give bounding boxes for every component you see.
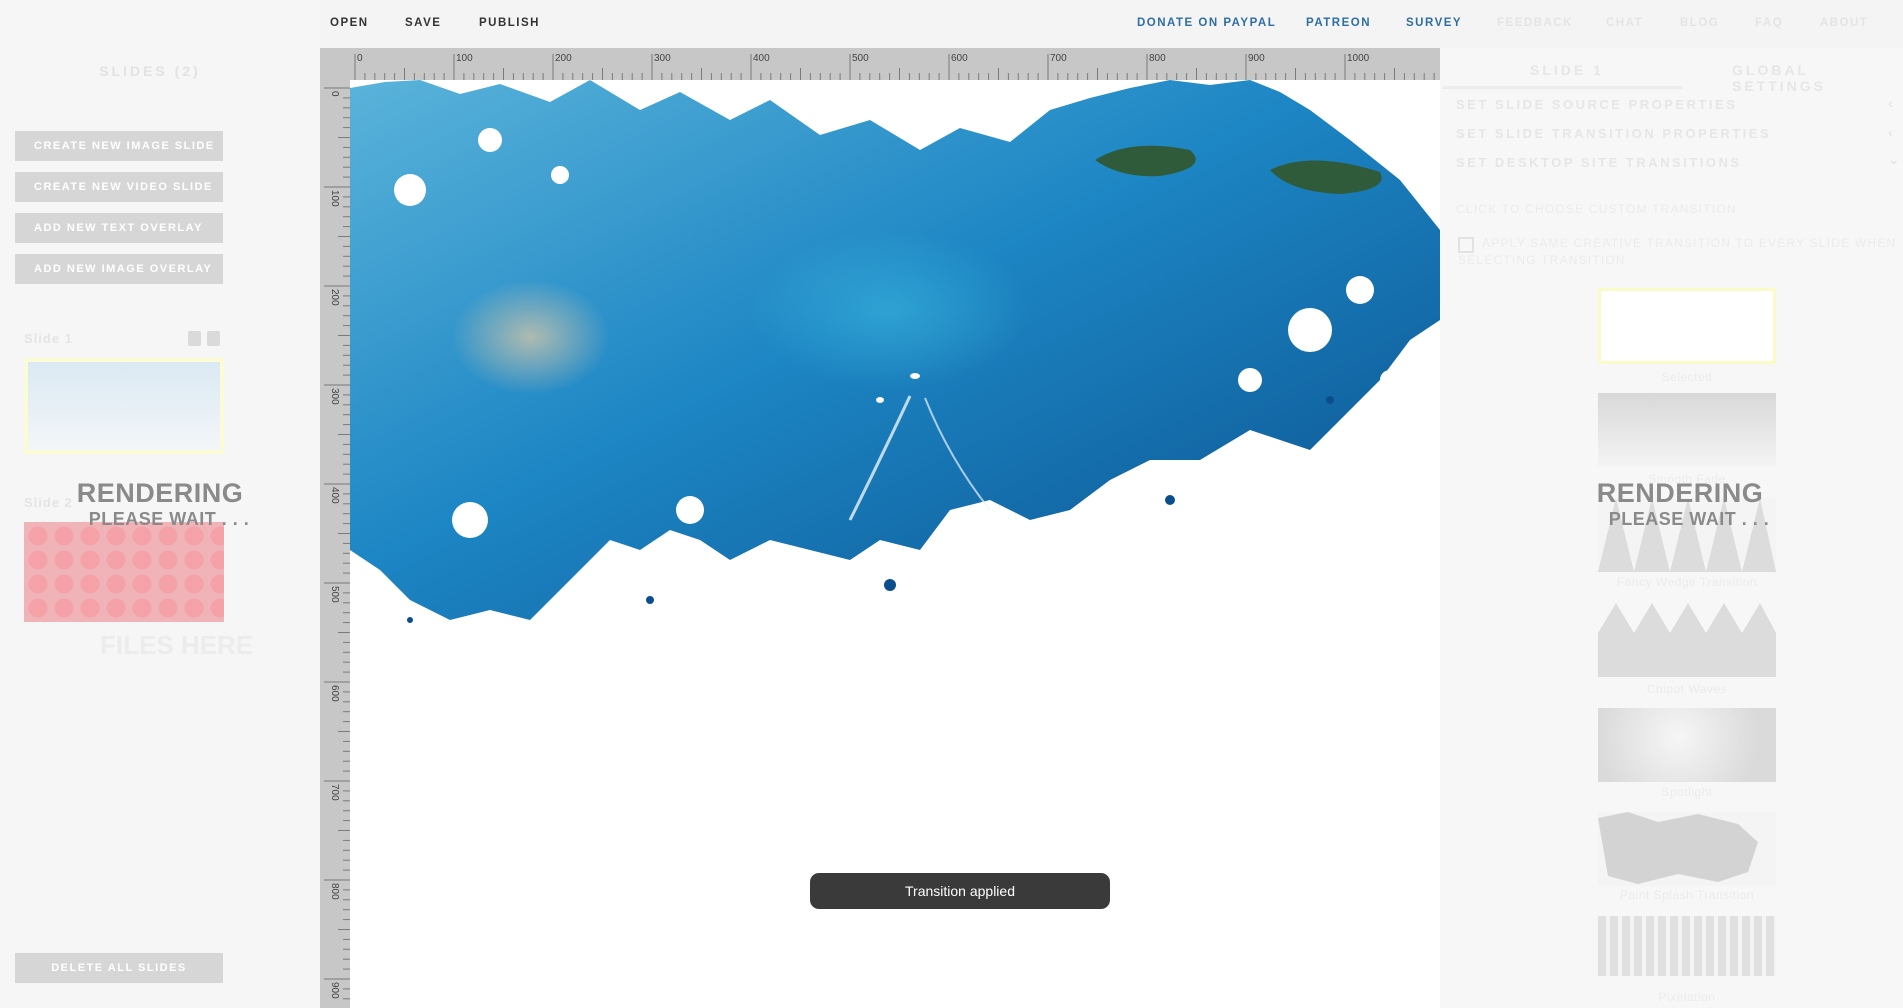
ruler-label: 0 (329, 91, 340, 97)
ruler-label: 100 (456, 53, 473, 64)
ruler-label: 800 (329, 883, 340, 900)
ruler-label: 0 (357, 53, 363, 64)
ruler-label: 600 (951, 53, 968, 64)
ruler-label: 300 (329, 388, 340, 405)
add-image-overlay-button[interactable]: ADD NEW IMAGE OVERLAY (15, 254, 223, 284)
nav-chat[interactable]: CHAT (1606, 17, 1643, 29)
ruler-label: 1000 (1347, 53, 1370, 64)
nav-feedback[interactable]: FEEDBACK (1497, 17, 1573, 29)
rendering-overlay-left: RENDERING PLEASE WAIT . . . (60, 478, 260, 529)
nav-about[interactable]: ABOUT (1820, 17, 1868, 29)
ruler-label: 500 (329, 586, 340, 603)
transition-label-paint-splash: Paint Splash Transition (1619, 888, 1755, 902)
slides-title: SLIDES (2) (99, 63, 201, 79)
drop-files-hint: FILES HERE (100, 630, 254, 660)
checkbox-label-line1: APPLY SAME CREATIVE TRANSITION TO EVERY … (1482, 236, 1897, 250)
transition-label-pixelation: Pixelation (1658, 990, 1716, 1004)
nav-faq[interactable]: FAQ (1755, 17, 1783, 29)
ruler-label: 500 (852, 53, 869, 64)
toast-notification: Transition applied (810, 873, 1110, 909)
transition-tile-smooth-fade[interactable] (1598, 393, 1776, 467)
slide-1-thumbnail[interactable] (24, 358, 224, 454)
delete-all-slides-button[interactable]: DELETE ALL SLIDES (15, 953, 223, 983)
ruler-corner (320, 48, 350, 80)
nav-donate-paypal[interactable]: DONATE ON PAYPAL (1137, 17, 1276, 29)
nav-open[interactable]: OPEN (330, 17, 369, 29)
ruler-label: 700 (329, 784, 340, 801)
slide-image-paint-splash (350, 80, 1440, 623)
active-tab-indicator (1442, 86, 1682, 89)
transition-tile-chipot-waves[interactable] (1598, 603, 1776, 677)
delete-slide-icon[interactable] (207, 331, 220, 346)
ruler-label: 900 (329, 982, 340, 999)
create-video-slide-button[interactable]: CREATE NEW VIDEO SLIDE (15, 172, 223, 202)
transition-tile-spotlight[interactable] (1598, 708, 1776, 782)
nav-survey[interactable]: SURVEY (1406, 17, 1462, 29)
rendering-subtitle: PLEASE WAIT . . . (88, 509, 250, 529)
transition-label-spotlight: Spotlight (1661, 785, 1713, 799)
nav-publish[interactable]: PUBLISH (479, 17, 540, 29)
ruler-label: 100 (329, 190, 340, 207)
tab-global-settings[interactable]: GLOBAL SETTINGS (1732, 62, 1903, 94)
ruler-label: 400 (329, 487, 340, 504)
slide-1-label: Slide 1 (24, 331, 73, 346)
slide-2-thumbnail[interactable] (24, 522, 224, 622)
nav-save[interactable]: SAVE (405, 17, 441, 29)
transition-label-fancy-wedge: Fancy Wedge Transition (1616, 575, 1758, 589)
tab-slide-1[interactable]: SLIDE 1 (1530, 62, 1604, 78)
section-desktop-transitions[interactable]: SET DESKTOP SITE TRANSITIONS (1456, 155, 1742, 170)
nav-blog[interactable]: BLOG (1680, 17, 1719, 29)
create-image-slide-button[interactable]: CREATE NEW IMAGE SLIDE (15, 131, 223, 161)
transition-tile-pixelation[interactable] (1598, 916, 1776, 976)
nav-patreon[interactable]: PATREON (1306, 17, 1371, 29)
ruler-label: 300 (654, 53, 671, 64)
copy-slide-icon[interactable] (188, 331, 201, 346)
chevron-left-icon[interactable]: ‹ (1888, 95, 1893, 111)
add-text-overlay-button[interactable]: ADD NEW TEXT OVERLAY (15, 213, 223, 243)
ruler-label: 700 (1050, 53, 1067, 64)
section-slide-transition[interactable]: SET SLIDE TRANSITION PROPERTIES (1456, 126, 1771, 141)
transition-tile-selected[interactable] (1598, 288, 1776, 364)
ruler-label: 600 (329, 685, 340, 702)
chevron-down-icon[interactable]: ⌄ (1888, 151, 1900, 168)
transition-label-chipot-waves: Chipot Waves (1646, 682, 1728, 696)
ruler-label: 400 (753, 53, 770, 64)
rendering-subtitle: PLEASE WAIT . . . (1608, 509, 1770, 529)
rendering-title: RENDERING (76, 478, 244, 508)
transition-label-selected: Selected (1661, 370, 1713, 384)
transition-hint: CLICK TO CHOOSE CUSTOM TRANSITION (1456, 202, 1737, 216)
rendering-title: RENDERING (1596, 478, 1764, 508)
section-slide-source[interactable]: SET SLIDE SOURCE PROPERTIES (1456, 97, 1737, 112)
vertical-ruler: 0 100 200 300 400 500 600 700 800 900 (320, 48, 350, 1008)
ruler-label: 200 (555, 53, 572, 64)
ruler-label: 800 (1149, 53, 1166, 64)
top-navigation-bar (320, 0, 1903, 48)
ruler-label: 900 (1248, 53, 1265, 64)
horizontal-ruler: 0 100 200 300 400 500 600 700 800 900 1000 (320, 48, 1440, 80)
ruler-label: 200 (329, 289, 340, 306)
apply-to-all-checkbox[interactable] (1458, 237, 1474, 253)
chevron-left-icon[interactable]: ‹ (1888, 124, 1893, 140)
transition-tile-paint-splash[interactable] (1598, 812, 1776, 886)
rendering-overlay-right: RENDERING PLEASE WAIT . . . (1580, 478, 1780, 529)
checkbox-label-line2: SELECTING TRANSITION (1458, 253, 1626, 267)
